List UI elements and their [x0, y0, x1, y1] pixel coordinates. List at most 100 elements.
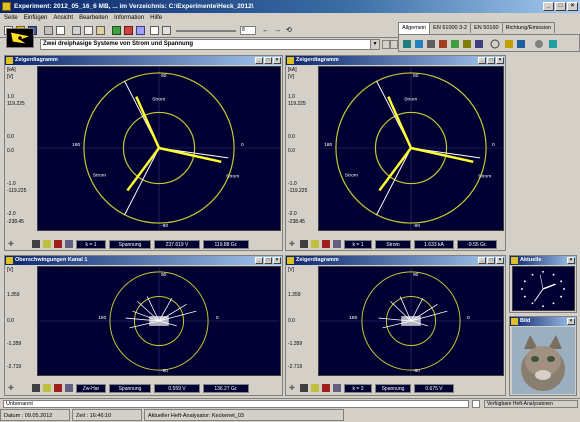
- tool-2-icon[interactable]: [415, 40, 423, 48]
- flag-icon[interactable]: [124, 26, 133, 35]
- back-arrow-icon[interactable]: ←: [262, 26, 271, 35]
- tool-8-icon[interactable]: [490, 39, 500, 49]
- panel-title: Zeigerdiagramm _ □ ×: [286, 56, 505, 65]
- tool-4-icon[interactable]: [439, 40, 447, 48]
- phasor-plot-1[interactable]: 90 0 180 -90 Strom Strom Strom: [37, 66, 281, 231]
- window-icon[interactable]: [136, 26, 145, 35]
- panel-close-button[interactable]: ×: [496, 57, 504, 64]
- page-select[interactable]: Zwei dreiphasige Systeme von Strom und S…: [40, 39, 380, 50]
- eraser-icon[interactable]: [322, 384, 330, 392]
- refresh-icon[interactable]: ⟲: [286, 26, 295, 35]
- y-tick: -1.0: [7, 181, 16, 187]
- settings-icon[interactable]: [65, 240, 73, 248]
- chevron-down-icon[interactable]: ▼: [370, 40, 379, 49]
- marker-icon[interactable]: [311, 240, 319, 248]
- panel-close-button[interactable]: ×: [567, 318, 575, 325]
- close-button[interactable]: ×: [567, 2, 578, 11]
- angle-label: 180: [349, 315, 357, 321]
- eraser-icon[interactable]: [54, 384, 62, 392]
- tool-11-icon[interactable]: [535, 40, 543, 48]
- quantity-field[interactable]: Spannung: [109, 383, 151, 393]
- panel-close-button[interactable]: ×: [496, 257, 504, 264]
- chart-icon[interactable]: [112, 26, 121, 35]
- menu-seite[interactable]: Seite: [4, 13, 18, 23]
- tab-en-50160[interactable]: EN 50160: [470, 22, 503, 33]
- binocular-icon[interactable]: [32, 240, 40, 248]
- move-icon[interactable]: ✚: [8, 384, 16, 392]
- binocular-icon[interactable]: [32, 384, 40, 392]
- forward-arrow-icon[interactable]: →: [274, 26, 283, 35]
- move-icon[interactable]: ✚: [289, 384, 297, 392]
- print-icon[interactable]: [44, 26, 53, 35]
- tool-7-icon[interactable]: [475, 40, 483, 48]
- move-icon[interactable]: ✚: [8, 240, 16, 248]
- move-icon[interactable]: ✚: [289, 240, 297, 248]
- panel-maximize-button[interactable]: □: [487, 57, 495, 64]
- panel-maximize-button[interactable]: □: [264, 257, 272, 264]
- panel-close-button[interactable]: ×: [273, 257, 281, 264]
- tool-9-icon[interactable]: [505, 40, 513, 48]
- panel-close-button[interactable]: ×: [273, 57, 281, 64]
- phasor-plot-2[interactable]: 90 0 180 -90 Strom Strom Strom: [318, 66, 504, 231]
- window-title-bar: Experiment: 2012_05_16_6 MB, ... im Verz…: [0, 0, 580, 13]
- menu-ansicht[interactable]: Ansicht: [53, 13, 73, 23]
- eraser-icon[interactable]: [54, 240, 62, 248]
- menu-hilfe[interactable]: Hilfe: [150, 13, 162, 23]
- panel-minimize-button[interactable]: _: [255, 257, 263, 264]
- angle-field: -9.55 Gr.: [457, 239, 497, 249]
- eraser-icon[interactable]: [322, 240, 330, 248]
- quantity-field[interactable]: Strom: [375, 239, 411, 249]
- name-field[interactable]: Unbenannt: [3, 400, 469, 408]
- phasor-plot-4[interactable]: 90 0 180 -90: [318, 266, 504, 376]
- panel-status-row: ✚ k = 1 Strom 1.633 kA -9.55 Gr.: [286, 238, 505, 250]
- panel-maximize-button[interactable]: □: [264, 57, 272, 64]
- zoom-slider[interactable]: [176, 30, 236, 32]
- panel-close-button[interactable]: ×: [567, 257, 575, 264]
- preview-icon[interactable]: [56, 26, 65, 35]
- maximize-button[interactable]: □: [555, 2, 566, 11]
- cut-icon[interactable]: [72, 26, 81, 35]
- marker-icon[interactable]: [43, 384, 51, 392]
- tool-5-icon[interactable]: [451, 40, 459, 48]
- tab-richtung[interactable]: Richtung/Emission: [501, 22, 556, 33]
- panel-minimize-button[interactable]: _: [478, 57, 486, 64]
- quantity-field[interactable]: Spannung: [109, 239, 151, 249]
- checkbox[interactable]: [472, 400, 480, 408]
- binocular-icon[interactable]: [300, 384, 308, 392]
- order-field[interactable]: k = 1: [344, 239, 372, 249]
- tool-10-icon[interactable]: [517, 40, 525, 48]
- panel-minimize-button[interactable]: _: [255, 57, 263, 64]
- zoom-input[interactable]: 8: [240, 26, 256, 35]
- tool-3-icon[interactable]: [427, 40, 435, 48]
- tool-6-icon[interactable]: [463, 40, 471, 48]
- menu-bearbeiten[interactable]: Bearbeiten: [79, 13, 108, 23]
- quantity-field[interactable]: Spannung: [375, 383, 411, 393]
- menu-information[interactable]: Information: [114, 13, 144, 23]
- marker-icon[interactable]: [43, 240, 51, 248]
- settings-icon[interactable]: [333, 240, 341, 248]
- menu-einfuegen[interactable]: Einfügen: [24, 13, 48, 23]
- paste-icon[interactable]: [96, 26, 105, 35]
- settings-icon[interactable]: [65, 384, 73, 392]
- tool-1-icon[interactable]: [403, 40, 411, 48]
- order-field[interactable]: Zw-Har: [76, 383, 106, 393]
- tab-en-61000[interactable]: EN 61000 3-2: [429, 22, 472, 33]
- tool-12-icon[interactable]: [549, 40, 557, 48]
- y-tick: 0.0: [7, 318, 14, 324]
- order-field[interactable]: k = 1: [76, 239, 106, 249]
- order-field[interactable]: k = 3: [344, 383, 372, 393]
- grid-icon[interactable]: [150, 26, 159, 35]
- nav-down-icon[interactable]: [382, 40, 390, 49]
- tab-allgemein[interactable]: Allgemein: [398, 22, 431, 34]
- settings-icon[interactable]: [333, 384, 341, 392]
- copy-icon[interactable]: [84, 26, 93, 35]
- table-icon[interactable]: [162, 26, 171, 35]
- panel-maximize-button[interactable]: □: [487, 257, 495, 264]
- nav-up-icon[interactable]: [390, 40, 398, 49]
- binocular-icon[interactable]: [300, 240, 308, 248]
- minimize-button[interactable]: _: [543, 2, 554, 11]
- panel-minimize-button[interactable]: _: [478, 257, 486, 264]
- panel-icon: [6, 257, 13, 264]
- harmonics-plot[interactable]: 90 0 180 -90: [37, 266, 281, 376]
- marker-icon[interactable]: [311, 384, 319, 392]
